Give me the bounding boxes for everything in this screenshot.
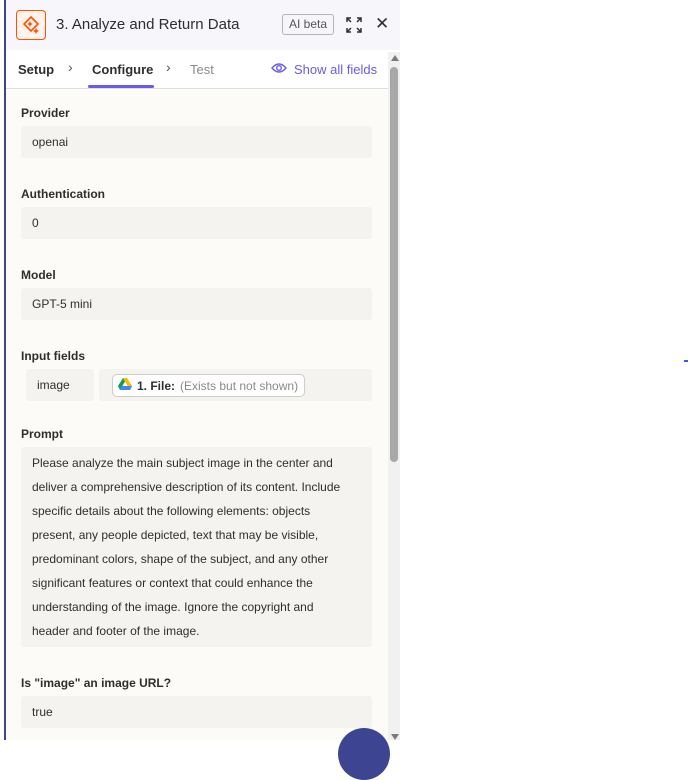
sparkle-icon bbox=[16, 10, 46, 40]
step-editor-panel: 3. Analyze and Return Data AI beta ✕ Set… bbox=[0, 0, 400, 780]
image-url-field[interactable]: true bbox=[21, 696, 372, 728]
configure-form: Provider openai Authentication 0 Model G… bbox=[6, 90, 388, 740]
authentication-field[interactable]: 0 bbox=[21, 207, 372, 239]
input-field-value[interactable]: 1. File: (Exists but not shown) bbox=[99, 369, 372, 401]
input-field-key[interactable]: image bbox=[26, 369, 94, 401]
provider-field[interactable]: openai bbox=[21, 126, 372, 158]
prompt-line: present, any people depicted, text that … bbox=[32, 528, 319, 542]
step-title: 3. Analyze and Return Data bbox=[56, 16, 240, 33]
image-url-label: Is "image" an image URL? bbox=[21, 676, 172, 690]
chevron-right-icon: › bbox=[68, 59, 73, 75]
prompt-line: understanding of the image. Ignore the c… bbox=[32, 600, 314, 614]
chevron-right-icon: › bbox=[166, 59, 171, 75]
prompt-line: header and footer of the image. bbox=[32, 624, 200, 638]
prompt-line: deliver a comprehensive description of i… bbox=[32, 480, 341, 494]
scroll-thumb[interactable] bbox=[390, 67, 398, 462]
model-field[interactable]: GPT-5 mini bbox=[21, 288, 372, 320]
ai-beta-badge: AI beta bbox=[282, 14, 335, 35]
prompt-line: predominant colors, shape of the subject… bbox=[32, 552, 329, 566]
provider-label: Provider bbox=[21, 106, 70, 120]
google-drive-icon bbox=[118, 378, 132, 393]
pill-step-label: 1. File: bbox=[137, 378, 176, 393]
close-icon[interactable]: ✕ bbox=[375, 14, 389, 34]
prompt-line: significant features or context that cou… bbox=[32, 576, 313, 590]
prompt-line: Please analyze the main subject image in… bbox=[32, 456, 333, 470]
expand-icon[interactable] bbox=[346, 17, 362, 33]
step-tabs: Setup › Configure › Test Show all fields bbox=[6, 50, 388, 89]
model-label: Model bbox=[21, 268, 56, 282]
tab-test[interactable]: Test bbox=[190, 62, 214, 77]
pill-description: (Exists but not shown) bbox=[180, 378, 299, 393]
prompt-label: Prompt bbox=[21, 427, 63, 441]
mapped-field-pill[interactable]: 1. File: (Exists but not shown) bbox=[112, 374, 306, 397]
panel-header: 3. Analyze and Return Data AI beta ✕ bbox=[6, 0, 400, 50]
scroll-down-arrow-icon[interactable] bbox=[391, 734, 399, 740]
show-all-fields-label: Show all fields bbox=[294, 62, 378, 77]
authentication-label: Authentication bbox=[21, 187, 105, 201]
tab-setup[interactable]: Setup bbox=[18, 62, 54, 77]
panel-scrollbar[interactable] bbox=[388, 52, 400, 740]
active-tab-indicator bbox=[88, 85, 154, 88]
show-all-fields-button[interactable]: Show all fields bbox=[271, 62, 377, 77]
tab-configure[interactable]: Configure bbox=[92, 62, 153, 77]
scroll-up-arrow-icon[interactable] bbox=[391, 55, 399, 61]
eye-icon bbox=[271, 62, 287, 77]
floating-action-button[interactable] bbox=[338, 728, 390, 780]
prompt-line: specific details about the following ele… bbox=[32, 504, 311, 518]
prompt-field[interactable]: Please analyze the main subject image in… bbox=[21, 447, 372, 647]
canvas-connector-marker bbox=[684, 360, 688, 362]
input-fields-label: Input fields bbox=[21, 349, 85, 363]
